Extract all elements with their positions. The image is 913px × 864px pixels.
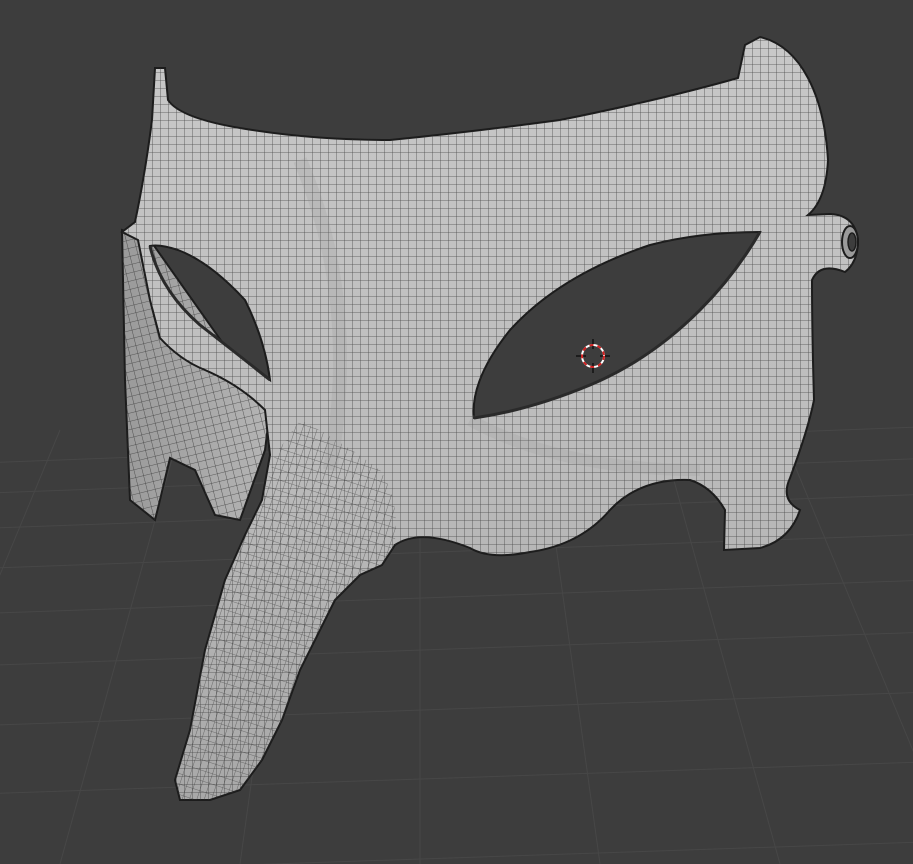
3d-viewport[interactable] xyxy=(0,0,913,864)
strap-ring xyxy=(841,225,859,259)
mask-mesh[interactable] xyxy=(120,35,860,801)
3d-cursor-icon[interactable] xyxy=(576,339,610,373)
